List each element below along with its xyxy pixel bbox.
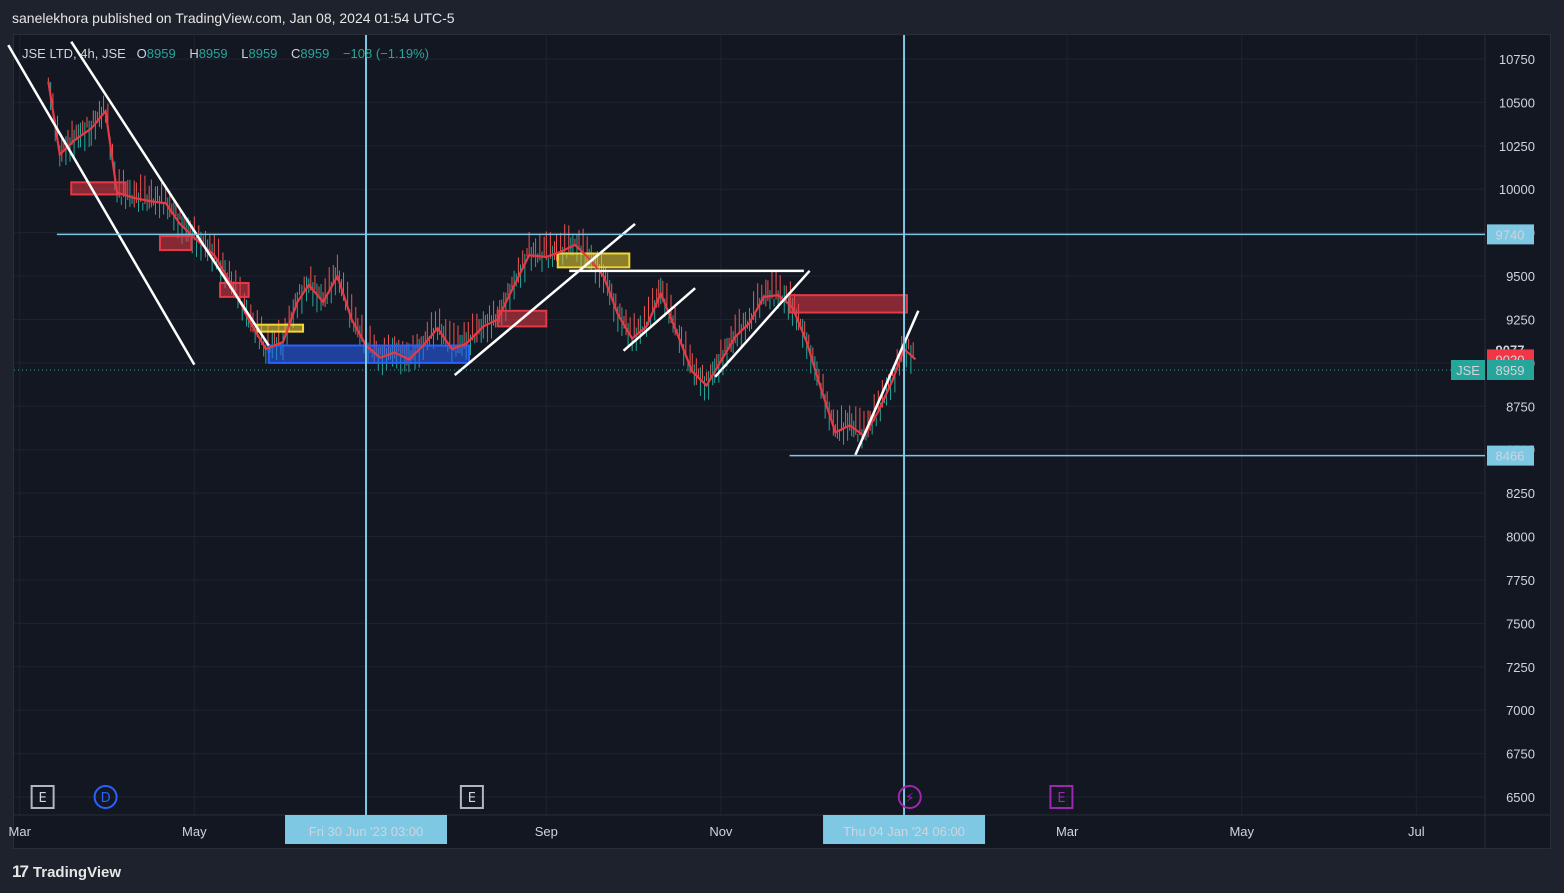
open-label: O [136, 46, 147, 61]
y-tick-label: 10000 [1499, 182, 1535, 197]
marker-symbol: ⚡ [905, 791, 914, 806]
candles [47, 77, 914, 449]
price-chart[interactable]: 6500675070007250750077508000825085008750… [0, 0, 1564, 893]
y-tick-label: 9250 [1506, 312, 1535, 327]
marker-symbol: E [39, 791, 47, 806]
ohlc-legend: JSE LTD, 4h, JSE O8959 H8959 L8959 C8959… [22, 46, 439, 61]
red-zone [158, 235, 193, 252]
x-tick-label: May [1229, 824, 1254, 839]
trendline [453, 223, 636, 376]
x-tick-label: Sep [535, 824, 558, 839]
x-tick-label: Nov [709, 824, 733, 839]
y-tick-label: 7250 [1506, 660, 1535, 675]
moving-average-line [47, 81, 917, 438]
trendline [714, 270, 811, 378]
high-value: 8959 [198, 46, 228, 61]
x-tick-label: Jul [1408, 824, 1425, 839]
yellow-zone [256, 323, 305, 333]
marker-symbol: D [101, 791, 111, 806]
close-label: C [291, 46, 301, 61]
low-value: 8959 [248, 46, 278, 61]
crosshair-date-label: Thu 04 Jan '24 06:00 [843, 824, 965, 839]
change-value: −108 (−1.19%) [342, 46, 429, 61]
y-tick-label: 7000 [1506, 703, 1535, 718]
y-tick-label: 6750 [1506, 747, 1535, 762]
open-value: 8959 [146, 46, 176, 61]
symbol-badge-label: JSE [1456, 363, 1480, 378]
close-value: 8959 [300, 46, 330, 61]
symbol-line[interactable]: JSE LTD, 4h, JSE [22, 46, 126, 61]
y-tick-label: 8250 [1506, 486, 1535, 501]
y-tick-label: 10500 [1499, 95, 1535, 110]
y-tick-label: 6500 [1506, 790, 1535, 805]
marker-symbol: E [468, 791, 476, 806]
tradingview-logo-icon: 17 [12, 862, 29, 881]
red-zone [788, 294, 908, 314]
brand-name: TradingView [32, 863, 122, 881]
high-label: H [189, 46, 199, 61]
marker-symbol: E [1057, 791, 1065, 806]
horizontal-line-label: 9740 [1496, 227, 1525, 242]
y-tick-label: 8000 [1506, 530, 1535, 545]
x-tick-label: Mar [1056, 824, 1079, 839]
y-tick-label: 10250 [1499, 139, 1535, 154]
x-tick-label: Mar [9, 824, 32, 839]
trendline [854, 310, 920, 456]
y-tick-label: 7750 [1506, 573, 1535, 588]
x-tick-label: May [182, 824, 207, 839]
y-tick-label: 10750 [1499, 52, 1535, 67]
horizontal-line-label: 8466 [1496, 449, 1525, 464]
price-badge-label: 8959 [1496, 363, 1525, 378]
y-tick-label: 7500 [1506, 616, 1535, 631]
crosshair-date-label: Fri 30 Jun '23 03:00 [309, 824, 424, 839]
footer-brand: 17 TradingView [12, 862, 121, 882]
y-tick-label: 8750 [1506, 399, 1535, 414]
y-tick-label: 9500 [1506, 269, 1535, 284]
